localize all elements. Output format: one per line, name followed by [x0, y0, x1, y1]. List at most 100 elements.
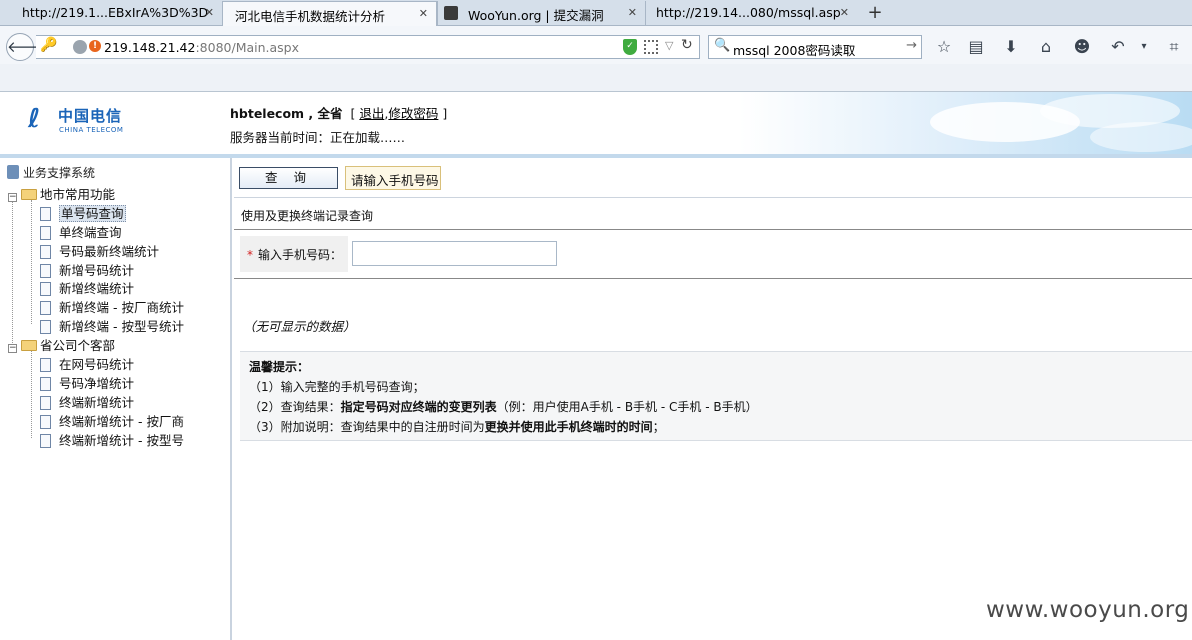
warning-icon[interactable]: !	[89, 40, 101, 52]
crop-icon[interactable]: ⌗	[1164, 37, 1184, 57]
logo-english-text: CHINA TELECOM	[59, 126, 124, 134]
close-icon[interactable]: ✕	[628, 6, 637, 19]
tree-item-new-number-stats[interactable]: 新增号码统计	[40, 260, 134, 279]
tree-item-label: 新增终端 - 按型号统计	[59, 319, 184, 334]
search-go-arrow-icon[interactable]: →	[906, 38, 917, 53]
document-icon	[40, 301, 51, 315]
search-bar[interactable]: 🔍 mssql 2008密码读取 →	[708, 35, 922, 59]
tree-connector	[31, 350, 32, 438]
tips-line-1: （1）输入完整的手机号码查询；	[249, 380, 425, 394]
document-icon	[40, 358, 51, 372]
tree-item-single-terminal-query[interactable]: 单终端查询	[40, 222, 122, 241]
tree-item-label: 新增终端统计	[59, 281, 135, 296]
logo-chinese-text: 中国电信	[58, 107, 123, 125]
no-data-message: （无可显示的数据）	[243, 319, 356, 334]
search-input[interactable]: mssql 2008密码读取	[733, 40, 855, 59]
new-tab-plus-icon[interactable]: +	[864, 2, 886, 23]
telecom-swirl-icon: ℓ	[28, 104, 41, 134]
close-icon[interactable]: ✕	[419, 7, 428, 20]
tab-label: WooYun.org | 提交漏洞	[468, 8, 604, 23]
tree-item-new-terminal-stats[interactable]: 新增终端统计	[40, 278, 134, 297]
tree-connector	[12, 197, 13, 345]
document-icon	[40, 245, 51, 259]
tree-item-latest-terminal-stats[interactable]: 号码最新终端统计	[40, 241, 159, 260]
chevron-down-icon[interactable]: ▾	[1134, 37, 1154, 57]
phone-field-label: * 输入手机号码：	[240, 236, 348, 272]
tree-item-label: 单号码查询	[59, 205, 126, 222]
document-icon	[40, 415, 51, 429]
url-host: 219.148.21.42	[104, 40, 196, 55]
tab-label: 河北电信手机数据统计分析	[235, 9, 386, 24]
input-hint-tooltip: 请输入手机号码	[345, 166, 441, 190]
home-icon[interactable]: ⌂	[1036, 37, 1056, 57]
tab-label: http://219.1...EBxIrA%3D%3D	[22, 5, 209, 20]
change-password-link[interactable]: 修改密码	[388, 106, 438, 121]
reload-icon[interactable]: ↻	[681, 37, 693, 53]
chat-face-icon[interactable]: ☻	[1072, 37, 1092, 57]
tab-2[interactable]: 河北电信手机数据统计分析 ✕	[222, 1, 437, 27]
tree-group-label: 省公司个客部	[40, 338, 116, 353]
tab-4[interactable]: http://219.14...080/mssql.asp ✕	[645, 1, 857, 26]
tree-item-terminal-growth[interactable]: 终端新增统计	[40, 392, 134, 411]
collapse-minus-icon[interactable]: −	[8, 344, 17, 353]
tree-item-label: 终端新增统计 - 按型号	[59, 433, 184, 448]
collapse-minus-icon[interactable]: −	[8, 193, 17, 202]
back-arrow-icon[interactable]: 🡐	[6, 33, 47, 61]
tab-1[interactable]: http://219.1...EBxIrA%3D%3D ✕	[0, 1, 222, 26]
divider	[234, 197, 1192, 198]
undo-arrow-icon[interactable]: ↶	[1108, 37, 1128, 57]
tree-item-label: 新增终端 - 按厂商统计	[59, 300, 184, 315]
cloud-decoration	[1090, 122, 1192, 152]
tips-line-2: （2）查询结果：指定号码对应终端的变更列表（例：用户使用A手机 - B手机 - …	[249, 398, 758, 415]
shield-check-icon[interactable]: ✓	[623, 39, 637, 55]
url-text[interactable]: 219.148.21.42:8080/Main.aspx	[104, 40, 299, 55]
wooyun-favicon-icon	[444, 6, 458, 20]
logout-link[interactable]: 退出	[359, 106, 384, 121]
folder-open-icon	[21, 340, 37, 351]
tree-item-new-terminal-by-model[interactable]: 新增终端 - 按型号统计	[40, 316, 184, 335]
download-arrow-icon[interactable]: ⬇	[1001, 37, 1021, 57]
query-button[interactable]: 查 询	[239, 167, 338, 189]
tips-line-3: （3）附加说明：查询结果中的自注册时间为更换并使用此手机终端时的时间；	[249, 418, 665, 435]
close-icon[interactable]: ✕	[205, 6, 214, 19]
globe-icon	[73, 40, 87, 54]
tab-3[interactable]: WooYun.org | 提交漏洞 ✕	[437, 1, 645, 26]
document-icon	[40, 434, 51, 448]
username-text: hbtelecom , 全省	[230, 106, 343, 121]
close-icon[interactable]: ✕	[840, 6, 849, 19]
tree-root-node[interactable]: 业务支撑系统	[7, 164, 95, 181]
china-telecom-logo: ℓ 中国电信 CHINA TELECOM	[28, 103, 128, 147]
server-time-text: 服务器当前时间：正在加载……	[230, 130, 406, 145]
tree-item-label: 单终端查询	[59, 225, 122, 240]
tree-group-city-functions[interactable]: − 地市常用功能	[8, 184, 115, 203]
bookmark-star-icon[interactable]: ☆	[934, 37, 954, 57]
document-icon	[40, 320, 51, 334]
tree-item-new-terminal-by-vendor[interactable]: 新增终端 - 按厂商统计	[40, 297, 184, 316]
tree-item-label: 终端新增统计	[59, 395, 135, 410]
phone-number-input[interactable]	[352, 241, 557, 266]
browser-tab-bar: http://219.1...EBxIrA%3D%3D ✕ 河北电信手机数据统计…	[0, 0, 1192, 27]
document-icon	[40, 396, 51, 410]
tips-text: ；	[652, 420, 665, 434]
reading-list-icon[interactable]: ▤	[966, 37, 986, 57]
tips-title: 温馨提示：	[249, 358, 309, 375]
qr-code-icon[interactable]	[644, 40, 658, 54]
tips-text: （3）附加说明：查询结果中的自注册时间为	[249, 420, 485, 434]
url-bar[interactable]: 🔑 ! 219.148.21.42:8080/Main.aspx ✓ ▽ ↻	[36, 35, 700, 59]
tree-item-label: 在网号码统计	[59, 357, 135, 372]
divider	[234, 278, 1192, 279]
tree-group-provincial-customer[interactable]: − 省公司个客部	[8, 335, 115, 354]
dropdown-triangle-icon[interactable]: ▽	[665, 39, 673, 52]
tree-item-single-number-query[interactable]: 单号码查询	[40, 203, 126, 222]
document-icon	[40, 207, 51, 221]
tree-item-label: 新增号码统计	[59, 263, 135, 278]
tree-item-terminal-growth-by-model[interactable]: 终端新增统计 - 按型号	[40, 430, 184, 449]
server-icon	[7, 165, 19, 179]
tips-text: （例：用户使用A手机 - B手机 - C手机 - B手机）	[496, 400, 758, 414]
tree-item-terminal-growth-by-vendor[interactable]: 终端新增统计 - 按厂商	[40, 411, 184, 430]
bracket-open: [	[350, 106, 356, 121]
tree-item-active-number-stats[interactable]: 在网号码统计	[40, 354, 134, 373]
tree-item-label: 号码最新终端统计	[59, 244, 160, 259]
key-icon[interactable]: 🔑	[40, 37, 57, 53]
tree-item-net-number-growth[interactable]: 号码净增统计	[40, 373, 134, 392]
